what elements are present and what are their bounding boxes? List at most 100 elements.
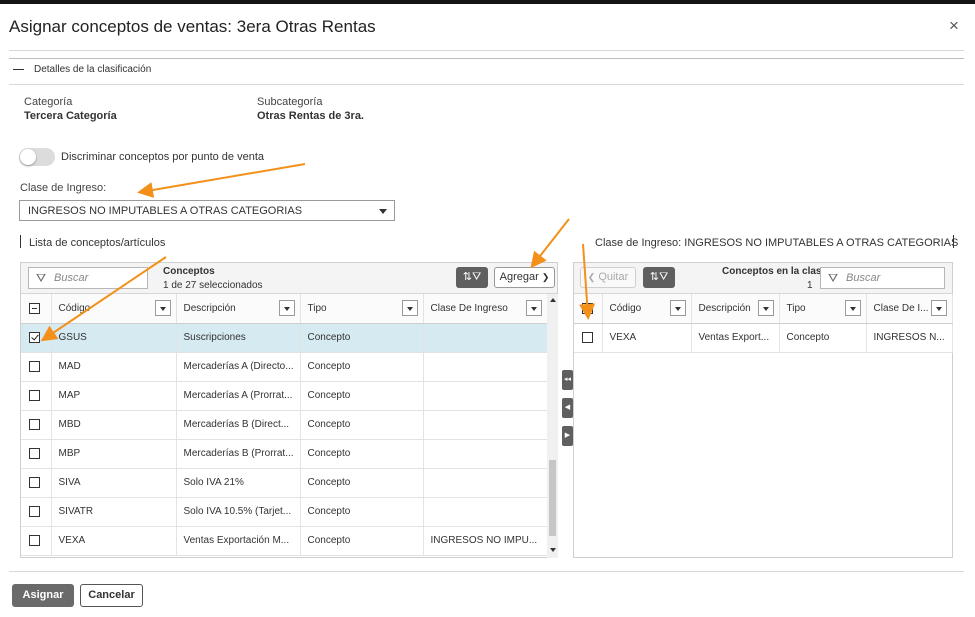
cell-tipo: Concepto: [300, 352, 424, 382]
left-panel: ⛛ Buscar Conceptos 1 de 27 seleccionados…: [20, 262, 558, 558]
row-checkbox[interactable]: [29, 360, 40, 372]
income-class-selected: INGRESOS NO IMPUTABLES A OTRAS CATEGORIA…: [28, 205, 303, 217]
cell-clase: [423, 381, 548, 411]
income-class-label: Clase de Ingreso:: [20, 182, 107, 194]
right-toolbar: ❮ Quitar ⇅⛛ Conceptos en la clase 1 ⛛ Bu…: [574, 263, 952, 294]
collapse-icon[interactable]: [13, 69, 24, 70]
left-panel-title: Lista de conceptos/artículos: [29, 237, 166, 249]
cell-codigo: SIVA: [51, 468, 177, 498]
table-row[interactable]: MBD Mercaderías B (Direct... Concepto: [21, 410, 548, 440]
table-row[interactable]: VEXA Ventas Exportación M... Concepto INGRE…: [21, 526, 548, 556]
table-row[interactable]: VEXA Ventas Export... Concepto INGRESOS N..…: [574, 323, 953, 353]
move-right-button[interactable]: ▶: [562, 426, 573, 446]
table-row[interactable]: MAP Mercaderías A (Prorrat... Concepto: [21, 381, 548, 411]
right-counter-title: Conceptos en la clase: [722, 266, 828, 277]
remove-button-label: Quitar: [598, 271, 629, 283]
right-table-header: Código Descripción Tipo Clase De I...: [574, 294, 953, 324]
column-menu-button[interactable]: [154, 300, 171, 316]
col-label: Clase De I...: [873, 302, 929, 314]
cell-descripcion: Solo IVA 21%: [176, 468, 301, 498]
col-descripcion: Descripción: [691, 294, 780, 324]
assign-button[interactable]: Asignar: [12, 584, 74, 607]
row-checkbox-cell: [21, 439, 52, 469]
remove-button[interactable]: ❮ Quitar: [580, 267, 636, 288]
add-button[interactable]: Agregar ❯: [494, 267, 555, 288]
filter-icon: ⛛: [36, 271, 47, 285]
row-checkbox-cell: [574, 323, 603, 353]
cell-clase: [423, 497, 548, 527]
col-label: Tipo: [307, 302, 327, 314]
right-panel: ❮ Quitar ⇅⛛ Conceptos en la clase 1 ⛛ Bu…: [573, 262, 953, 558]
column-menu-button[interactable]: [401, 300, 418, 316]
row-checkbox-cell: [21, 323, 52, 353]
left-scrollbar[interactable]: [547, 294, 558, 558]
select-all-cell: [574, 294, 603, 324]
annotation-arrow: [530, 218, 570, 269]
divider: [9, 571, 964, 572]
cell-clase: [423, 410, 548, 440]
cell-clase: INGRESOS N...: [866, 323, 953, 353]
col-tipo: Tipo: [779, 294, 867, 324]
left-search-input[interactable]: ⛛ Buscar: [28, 267, 148, 289]
table-row[interactable]: SIVA Solo IVA 21% Concepto: [21, 468, 548, 498]
discriminate-toggle[interactable]: [19, 148, 55, 166]
col-label: Clase De Ingreso: [430, 302, 508, 314]
row-checkbox[interactable]: [29, 447, 40, 459]
income-class-select[interactable]: INGRESOS NO IMPUTABLES A OTRAS CATEGORIA…: [19, 200, 395, 221]
filter-icon: ⛛: [828, 271, 839, 285]
close-icon[interactable]: ×: [946, 17, 962, 34]
details-section-header[interactable]: Detalles de la clasificación: [13, 64, 151, 75]
col-label: Descripción: [183, 302, 236, 314]
row-checkbox[interactable]: [29, 476, 40, 488]
cell-codigo: VEXA: [51, 526, 177, 556]
row-checkbox[interactable]: [29, 534, 40, 546]
subcategory-label: Subcategoría: [257, 96, 323, 108]
table-row[interactable]: MAD Mercaderías A (Directo... Concepto: [21, 352, 548, 382]
cell-descripcion: Mercaderías A (Prorrat...: [176, 381, 301, 411]
right-search-input[interactable]: ⛛ Buscar: [820, 267, 945, 289]
col-label: Código: [58, 302, 91, 314]
toggle-knob: [20, 149, 36, 165]
row-checkbox-cell: [21, 526, 52, 556]
cell-tipo: Concepto: [300, 323, 424, 353]
row-checkbox[interactable]: [582, 331, 593, 343]
move-left-button[interactable]: ◀: [562, 398, 573, 418]
column-menu-button[interactable]: [844, 300, 861, 316]
cancel-button[interactable]: Cancelar: [80, 584, 143, 607]
cell-clase: [423, 468, 548, 498]
top-bar: [0, 0, 975, 4]
table-row[interactable]: SIVATR Solo IVA 10.5% (Tarjet... Concepto: [21, 497, 548, 527]
chevron-right-icon: ❯: [541, 272, 550, 282]
cell-clase: [423, 323, 548, 353]
filter-sort-button[interactable]: ⇅⛛: [456, 267, 488, 288]
row-checkbox[interactable]: [29, 418, 40, 430]
subcategory-value: Otras Rentas de 3ra.: [257, 110, 364, 122]
column-menu-button[interactable]: [930, 300, 947, 316]
cell-descripcion: Mercaderías A (Directo...: [176, 352, 301, 382]
row-checkbox-cell: [21, 381, 52, 411]
row-checkbox[interactable]: [29, 505, 40, 517]
row-checkbox[interactable]: [29, 331, 40, 343]
select-all-checkbox[interactable]: [29, 302, 40, 314]
table-row[interactable]: MBP Mercaderías B (Prorrat... Concepto: [21, 439, 548, 469]
column-menu-button[interactable]: [669, 300, 686, 316]
cell-descripcion: Mercaderías B (Direct...: [176, 410, 301, 440]
scroll-up-icon[interactable]: [550, 298, 556, 302]
column-menu-button[interactable]: [757, 300, 774, 316]
cell-descripcion: Ventas Export...: [691, 323, 780, 353]
table-row[interactable]: GSUS Suscripciones Concepto: [21, 323, 548, 353]
column-menu-button[interactable]: [525, 300, 542, 316]
scroll-thumb[interactable]: [549, 460, 556, 536]
select-all-checkbox[interactable]: [582, 302, 593, 314]
right-panel-title: Clase de Ingreso: INGRESOS NO IMPUTABLES…: [595, 237, 959, 249]
collapse-button[interactable]: ◂◂: [562, 370, 573, 390]
column-menu-button[interactable]: [278, 300, 295, 316]
divider: [9, 50, 964, 51]
filter-sort-button[interactable]: ⇅⛛: [643, 267, 675, 288]
right-counter-value: 1: [807, 280, 813, 291]
divider: [9, 84, 964, 85]
row-checkbox[interactable]: [29, 389, 40, 401]
cell-tipo: Concepto: [300, 439, 424, 469]
scroll-down-icon[interactable]: [550, 548, 556, 552]
row-checkbox-cell: [21, 497, 52, 527]
